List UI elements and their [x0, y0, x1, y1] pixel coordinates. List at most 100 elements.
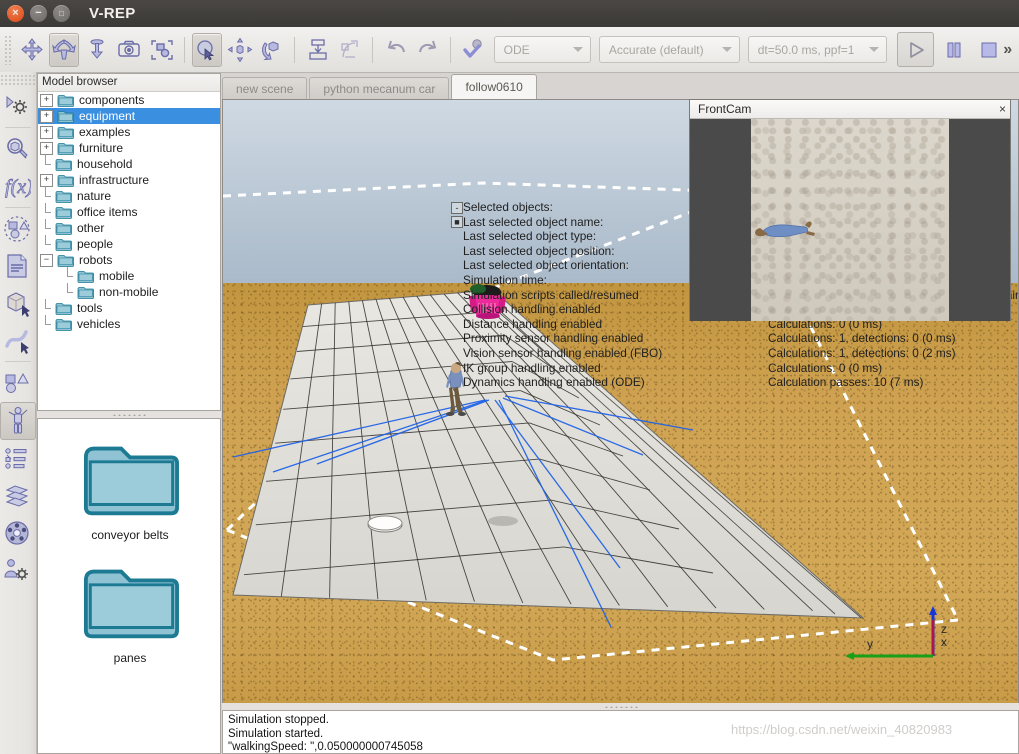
- console-splitter[interactable]: [222, 703, 1019, 710]
- close-window-icon[interactable]: ×: [7, 5, 24, 22]
- tree-item-robots[interactable]: − robots: [38, 252, 220, 268]
- start-simulation-button[interactable]: [896, 32, 935, 67]
- object-translate-z-icon[interactable]: [81, 33, 112, 67]
- frontcam-close-icon[interactable]: ×: [999, 103, 1006, 115]
- undo-icon[interactable]: [380, 33, 411, 67]
- folder-icon: [57, 174, 74, 187]
- tree-item-infrastructure[interactable]: + infrastructure: [38, 172, 220, 188]
- tree-item-label: nature: [77, 189, 112, 203]
- path-edit-icon[interactable]: [0, 322, 34, 358]
- maximize-window-icon[interactable]: □: [53, 5, 70, 22]
- scene-info-value: Calculations: 0 (0 ms): [768, 360, 883, 375]
- object-rotate-icon[interactable]: [48, 32, 80, 67]
- tree-expander[interactable]: +: [40, 93, 53, 107]
- assemble-icon[interactable]: [302, 33, 333, 67]
- layers-icon[interactable]: [0, 478, 34, 514]
- tab-follow0610[interactable]: follow0610: [451, 74, 537, 100]
- info-overlay-toggles[interactable]: - ■: [451, 202, 463, 228]
- object-selection-icon[interactable]: [191, 32, 223, 67]
- tab-python-mecanum-car[interactable]: python mecanum car: [309, 77, 450, 100]
- dynamics-toggle-icon[interactable]: [458, 33, 489, 67]
- model-browser-items[interactable]: conveyor belts panes: [37, 418, 221, 754]
- scene-tab-bar[interactable]: new scene python mecanum car follow0610: [222, 74, 1019, 100]
- collections-icon[interactable]: [0, 211, 34, 247]
- info-collapse-checkbox[interactable]: -: [451, 202, 463, 214]
- calculation-module-properties-icon[interactable]: [0, 131, 34, 167]
- tree-item-people[interactable]: people: [38, 235, 220, 252]
- tree-expander[interactable]: +: [40, 109, 53, 123]
- toolbar-grip[interactable]: [4, 34, 13, 65]
- tree-item-label: equipment: [79, 109, 136, 123]
- scene-hierarchy-icon[interactable]: [0, 441, 34, 477]
- toolbar-overflow-button[interactable]: »: [1003, 41, 1012, 59]
- tree-expander[interactable]: −: [40, 253, 53, 267]
- scene-object-properties-icon[interactable]: [0, 88, 34, 124]
- tree-item-non-mobile[interactable]: non-mobile: [38, 283, 220, 300]
- model-browser-tree[interactable]: Model browser + components + equipment + exam…: [37, 73, 221, 411]
- tree-elbow-icon: [40, 299, 51, 316]
- user-interface-icon[interactable]: [0, 552, 34, 588]
- tree-item-household[interactable]: household: [38, 155, 220, 172]
- tree-elbow-icon: [62, 283, 73, 300]
- frontcam-titlebar[interactable]: FrontCam ×: [690, 100, 1010, 119]
- folder-icon: [77, 286, 94, 299]
- camera-pan-icon[interactable]: [224, 33, 255, 67]
- frontcam-window[interactable]: FrontCam ×: [689, 99, 1011, 321]
- folder-icon: [57, 110, 74, 123]
- model-browser-tree-body[interactable]: + components + equipment + examples + furniture…: [38, 92, 220, 332]
- precision-select[interactable]: Accurate (default): [598, 36, 740, 63]
- model-browser-splitter[interactable]: [37, 411, 221, 418]
- physics-engine-value: ODE: [503, 42, 530, 57]
- shape-edit-icon[interactable]: [0, 285, 34, 321]
- object-shift-icon[interactable]: [16, 33, 47, 67]
- tree-item-equipment[interactable]: + equipment: [38, 108, 220, 124]
- model-item-conveyor-belts[interactable]: conveyor belts: [38, 439, 220, 542]
- tree-item-other[interactable]: other: [38, 219, 220, 236]
- pause-simulation-button[interactable]: [940, 33, 969, 66]
- rail-grip[interactable]: [0, 74, 36, 86]
- chevron-down-icon: [721, 47, 732, 52]
- window-controls: × − □: [0, 5, 70, 22]
- add-primitive-icon[interactable]: [0, 365, 34, 401]
- tree-item-examples[interactable]: + examples: [38, 124, 220, 140]
- tab-new-scene[interactable]: new scene: [222, 77, 308, 100]
- tree-expander[interactable]: +: [40, 141, 53, 155]
- scripts-icon[interactable]: [0, 248, 34, 284]
- redo-icon[interactable]: [413, 33, 444, 67]
- axis-z-label: z: [941, 622, 947, 636]
- tree-item-furniture[interactable]: + furniture: [38, 140, 220, 156]
- model-browser-icon[interactable]: [0, 402, 36, 440]
- toolbar-separator: [294, 36, 296, 63]
- tree-item-nature[interactable]: nature: [38, 187, 220, 204]
- folder-icon: [55, 318, 72, 331]
- model-item-label: panes: [113, 651, 147, 665]
- tree-item-tools[interactable]: tools: [38, 299, 220, 316]
- tree-item-office-items[interactable]: office items: [38, 203, 220, 220]
- maximize-glyph: □: [59, 8, 64, 18]
- tree-item-vehicles[interactable]: vehicles: [38, 315, 220, 332]
- camera-orbit-icon[interactable]: [257, 33, 288, 67]
- minimize-window-icon[interactable]: −: [30, 5, 47, 22]
- tree-elbow-icon: [40, 235, 51, 252]
- tree-expander[interactable]: +: [40, 125, 53, 139]
- timestep-select[interactable]: dt=50.0 ms, ppf=1: [747, 36, 887, 63]
- user-settings-icon[interactable]: f(x): [0, 168, 34, 204]
- tree-expander[interactable]: +: [40, 173, 53, 187]
- folder-icon: [80, 562, 180, 645]
- stop-simulation-button[interactable]: [975, 33, 1004, 66]
- dynamic-content-icon[interactable]: [335, 33, 366, 67]
- minimize-glyph: −: [35, 7, 42, 19]
- video-recorder-icon[interactable]: [0, 515, 34, 551]
- physics-engine-select[interactable]: ODE: [493, 36, 591, 63]
- tree-item-mobile[interactable]: mobile: [38, 267, 220, 284]
- scene-info-value: Calculation passes: 10 (7 ms): [768, 375, 924, 390]
- camera-icon[interactable]: [114, 33, 145, 67]
- info-expand-checkbox[interactable]: ■: [451, 216, 463, 228]
- folder-icon: [77, 270, 94, 283]
- model-item-panes[interactable]: panes: [38, 562, 220, 665]
- fit-to-view-icon[interactable]: [147, 33, 178, 67]
- axis-y-label: y: [867, 637, 873, 651]
- tree-elbow-icon: [40, 187, 51, 204]
- tree-item-components[interactable]: + components: [38, 92, 220, 108]
